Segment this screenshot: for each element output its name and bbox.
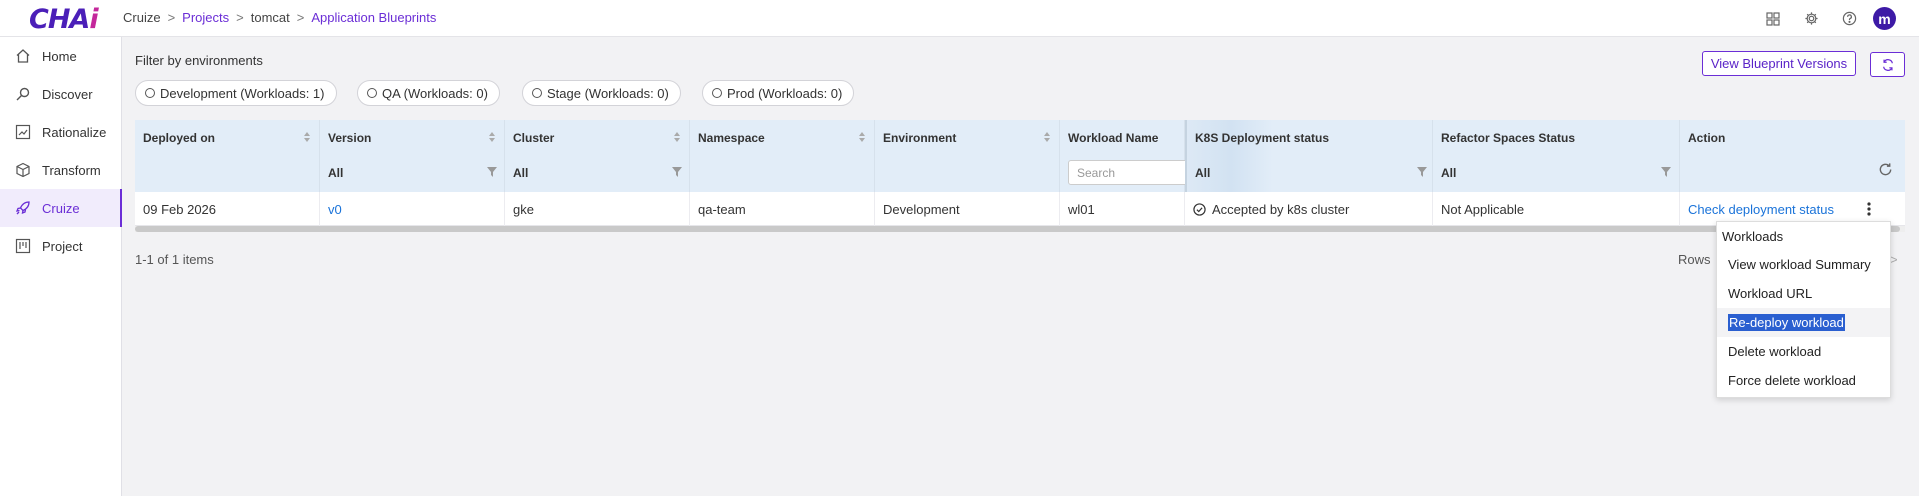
radio-icon bbox=[712, 88, 722, 98]
reload-icon[interactable] bbox=[1878, 162, 1893, 177]
column-refactor-spaces-status[interactable]: Refactor Spaces Status All bbox=[1433, 120, 1680, 192]
menu-header: Workloads bbox=[1722, 228, 1784, 244]
sort-icon[interactable] bbox=[673, 130, 681, 144]
breadcrumb: Cruize > Projects > tomcat > Application… bbox=[123, 10, 436, 25]
breadcrumb-tomcat[interactable]: tomcat bbox=[251, 10, 290, 25]
gear-icon[interactable] bbox=[1792, 0, 1830, 37]
column-workload-name[interactable]: Workload Name bbox=[1060, 120, 1208, 192]
cell-cluster: gke bbox=[505, 192, 690, 226]
sidebar-item-label: Project bbox=[42, 238, 83, 254]
workload-actions-menu: Workloads View workload Summary Workload… bbox=[1716, 221, 1891, 398]
column-cluster[interactable]: Cluster All bbox=[505, 120, 690, 192]
sort-icon[interactable] bbox=[1043, 130, 1051, 144]
sidebar-item-label: Home bbox=[42, 48, 77, 64]
filter-title: Filter by environments bbox=[135, 53, 263, 68]
breadcrumb-cruize[interactable]: Cruize bbox=[123, 10, 161, 25]
funnel-icon[interactable] bbox=[1417, 167, 1427, 177]
column-k8s-deployment-status[interactable]: K8S Deployment status All bbox=[1185, 120, 1433, 192]
deployments-table: Deployed on Version All Cluster All Name… bbox=[135, 120, 1905, 232]
rationalize-icon bbox=[14, 123, 32, 141]
help-icon[interactable] bbox=[1830, 0, 1868, 37]
cell-deployed-on: 09 Feb 2026 bbox=[135, 192, 320, 226]
project-icon bbox=[14, 237, 32, 255]
radio-icon bbox=[145, 88, 155, 98]
top-bar: CHAi Cruize > Projects > tomcat > Applic… bbox=[0, 0, 1919, 37]
refactor-status-filter-select[interactable]: All bbox=[1441, 166, 1456, 180]
table-header: Deployed on Version All Cluster All Name… bbox=[135, 120, 1905, 192]
sort-icon[interactable] bbox=[303, 130, 311, 144]
refresh-button[interactable] bbox=[1870, 52, 1905, 77]
chevron-right-icon: > bbox=[296, 10, 305, 25]
column-namespace[interactable]: Namespace bbox=[690, 120, 875, 192]
grid-icon[interactable] bbox=[1754, 0, 1792, 37]
env-filter-prod[interactable]: Prod (Workloads: 0) bbox=[702, 80, 855, 106]
env-filter-qa[interactable]: QA (Workloads: 0) bbox=[357, 80, 500, 106]
menu-item-workload-url[interactable]: Workload URL bbox=[1717, 279, 1890, 308]
radio-icon bbox=[532, 88, 542, 98]
chevron-right-icon: > bbox=[167, 10, 176, 25]
breadcrumb-projects[interactable]: Projects bbox=[182, 10, 229, 25]
cell-k8s-status: Accepted by k8s cluster bbox=[1185, 192, 1433, 226]
avatar[interactable]: m bbox=[1873, 7, 1896, 30]
column-deployed-on[interactable]: Deployed on bbox=[135, 120, 320, 192]
menu-item-force-delete-workload[interactable]: Force delete workload bbox=[1717, 366, 1890, 395]
sort-icon[interactable] bbox=[488, 130, 496, 144]
version-filter-select[interactable]: All bbox=[328, 166, 343, 180]
sidebar-item-project[interactable]: Project bbox=[0, 227, 121, 265]
cell-environment: Development bbox=[875, 192, 1060, 226]
env-filter-development[interactable]: Development (Workloads: 1) bbox=[135, 80, 337, 106]
cell-refactor-status: Not Applicable bbox=[1433, 192, 1680, 226]
sidebar: Home Discover Rationalize Transform Crui… bbox=[0, 37, 122, 496]
menu-item-delete-workload[interactable]: Delete workload bbox=[1717, 337, 1890, 366]
chevron-right-icon: > bbox=[236, 10, 244, 25]
rows-per-page-label: Rows bbox=[1678, 252, 1711, 267]
app-logo[interactable]: CHAi bbox=[29, 4, 99, 35]
radio-icon bbox=[367, 88, 377, 98]
cell-namespace: qa-team bbox=[690, 192, 875, 226]
env-filter-stage[interactable]: Stage (Workloads: 0) bbox=[522, 80, 681, 106]
sidebar-item-home[interactable]: Home bbox=[0, 37, 121, 75]
column-version[interactable]: Version All bbox=[320, 120, 505, 192]
scrollbar-thumb[interactable] bbox=[135, 226, 1900, 232]
menu-item-view-workload-summary[interactable]: View workload Summary bbox=[1717, 250, 1890, 279]
chevron-right-icon[interactable]: > bbox=[1890, 252, 1898, 267]
refresh-icon bbox=[1882, 58, 1893, 71]
kebab-menu-icon[interactable] bbox=[1861, 201, 1877, 217]
column-action: Action bbox=[1680, 120, 1905, 192]
sidebar-item-discover[interactable]: Discover bbox=[0, 75, 121, 113]
home-icon bbox=[14, 47, 32, 65]
sidebar-item-label: Rationalize bbox=[42, 124, 107, 140]
check-circle-icon bbox=[1193, 202, 1206, 216]
sidebar-item-transform[interactable]: Transform bbox=[0, 151, 121, 189]
discover-icon bbox=[14, 85, 32, 103]
column-environment[interactable]: Environment bbox=[875, 120, 1060, 192]
funnel-icon[interactable] bbox=[487, 167, 497, 177]
sort-icon[interactable] bbox=[858, 130, 866, 144]
sidebar-item-cruize[interactable]: Cruize bbox=[0, 189, 122, 227]
horizontal-scrollbar[interactable] bbox=[135, 226, 1905, 232]
funnel-icon[interactable] bbox=[672, 167, 682, 177]
k8s-status-filter-select[interactable]: All bbox=[1195, 166, 1210, 180]
cell-workload-name: wl01 bbox=[1060, 192, 1185, 226]
table-row: 09 Feb 2026 v0 gke qa-team Development w… bbox=[135, 192, 1905, 226]
funnel-icon[interactable] bbox=[1661, 167, 1671, 177]
version-link[interactable]: v0 bbox=[320, 192, 505, 226]
sidebar-item-rationalize[interactable]: Rationalize bbox=[0, 113, 121, 151]
pagination-summary: 1-1 of 1 items bbox=[135, 252, 214, 267]
sidebar-item-label: Discover bbox=[42, 86, 93, 102]
breadcrumb-application-blueprints[interactable]: Application Blueprints bbox=[311, 10, 436, 25]
sidebar-item-label: Cruize bbox=[42, 200, 80, 216]
view-blueprint-versions-button[interactable]: View Blueprint Versions bbox=[1702, 51, 1856, 76]
sidebar-item-label: Transform bbox=[42, 162, 101, 178]
cube-icon bbox=[14, 161, 32, 179]
menu-item-redeploy-workload[interactable]: Re-deploy workload bbox=[1717, 308, 1890, 337]
cluster-filter-select[interactable]: All bbox=[513, 166, 528, 180]
rocket-icon bbox=[14, 199, 32, 217]
